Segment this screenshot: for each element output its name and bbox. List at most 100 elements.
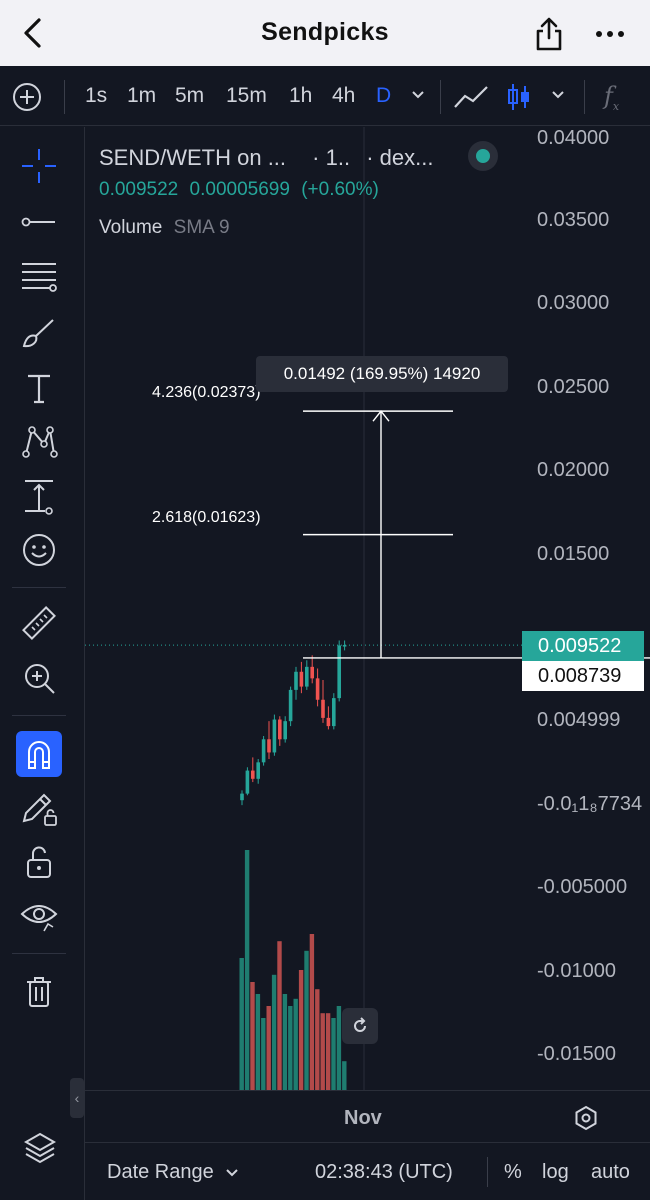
chart-pane[interactable]: SEND/WETH on ... · 1.. · dex... 0.009522… xyxy=(85,127,650,1090)
legend-change: 0.00005699 xyxy=(189,179,290,200)
volume-bar xyxy=(239,958,244,1090)
emoji-tool[interactable] xyxy=(16,527,62,573)
price-tick: 0.03500 xyxy=(537,209,610,231)
status-dot-icon xyxy=(476,149,490,163)
price-tick: 0.03000 xyxy=(537,292,610,314)
text-icon xyxy=(28,374,50,404)
magnet-mode-tool[interactable] xyxy=(16,731,62,777)
zoom-in-icon xyxy=(25,664,55,694)
price-tick: -0.005000 xyxy=(537,876,628,898)
drawing-tools-sidebar xyxy=(0,127,78,1200)
timeframe-5m[interactable]: 5m xyxy=(175,84,204,108)
toolbar-divider xyxy=(64,80,65,114)
toolbar-divider xyxy=(440,80,441,114)
share-button[interactable] xyxy=(530,14,568,54)
chart-type-dropdown-icon[interactable] xyxy=(550,88,566,100)
reset-chart-button[interactable] xyxy=(342,1008,378,1044)
text-tool[interactable] xyxy=(16,365,62,411)
volume-bar xyxy=(288,1006,293,1090)
horizontal-line-icon xyxy=(21,217,55,227)
candle-body xyxy=(321,699,325,718)
delete-drawings-tool[interactable] xyxy=(16,969,62,1015)
volume-bar xyxy=(277,941,282,1090)
candle-body xyxy=(294,671,298,690)
chart-settings-icon[interactable] xyxy=(573,1105,599,1131)
line-chart-icon[interactable] xyxy=(453,84,489,110)
volume-bar xyxy=(282,994,288,1090)
ruler-icon xyxy=(22,606,56,640)
chart-toolbar: 1s 1m 5m 15m 1h 4h D fx xyxy=(0,66,650,126)
unlock-icon xyxy=(27,846,51,878)
toolbar-divider xyxy=(584,80,585,114)
lock-drawing-tool[interactable] xyxy=(16,785,62,831)
smiley-icon xyxy=(23,534,55,566)
volume-bar xyxy=(325,1013,331,1090)
plus-circle-icon xyxy=(13,83,41,111)
visibility-tool[interactable] xyxy=(16,893,62,939)
candle-body xyxy=(288,689,293,722)
fib-level-label[interactable]: 4.236(0.02373) xyxy=(152,384,261,402)
timeframe-dropdown-icon[interactable] xyxy=(410,88,426,100)
candle-body xyxy=(272,719,277,753)
candle-body xyxy=(315,678,320,700)
candle-body xyxy=(251,770,255,779)
trend-line-tool[interactable] xyxy=(16,199,62,245)
pattern-tool[interactable] xyxy=(16,419,62,465)
fib-tool[interactable] xyxy=(16,254,62,300)
timeframe-d[interactable]: D xyxy=(376,84,391,108)
volume-bars xyxy=(239,850,347,1090)
timeframe-1s[interactable]: 1s xyxy=(85,84,107,108)
zoom-in-tool[interactable] xyxy=(16,655,62,701)
price-tick: 0.02500 xyxy=(537,376,610,398)
sidebar-divider xyxy=(12,587,66,588)
timeframe-4h[interactable]: 4h xyxy=(332,84,355,108)
time-axis[interactable]: Nov xyxy=(85,1090,650,1142)
date-range-button[interactable]: Date Range xyxy=(107,1161,239,1184)
volume-bar xyxy=(336,1006,342,1090)
timeframe-1m[interactable]: 1m xyxy=(127,84,156,108)
pattern-icon xyxy=(22,426,58,458)
percent-scale-toggle[interactable]: % xyxy=(504,1161,522,1184)
last-price-badge: 0.009522 xyxy=(522,631,644,661)
volume-bar xyxy=(304,950,309,1090)
auto-scale-toggle[interactable]: auto xyxy=(591,1161,630,1184)
trash-icon xyxy=(27,977,51,1007)
more-options-button[interactable] xyxy=(590,22,630,46)
candle-body xyxy=(326,717,331,727)
crosshair-icon xyxy=(22,149,56,183)
candle-body xyxy=(332,698,336,727)
measure-tooltip: 0.01492 (169.95%) 14920 xyxy=(256,356,508,392)
price-tick: 0.004999 xyxy=(537,709,621,731)
volume-legend[interactable]: Volume SMA 9 xyxy=(99,217,230,239)
candle-body xyxy=(337,645,341,699)
fib-level-label[interactable]: 2.618(0.01623) xyxy=(152,509,261,527)
crosshair-tool[interactable] xyxy=(16,143,62,189)
log-scale-toggle[interactable]: log xyxy=(542,1161,569,1184)
measure-range-tool[interactable] xyxy=(16,473,62,519)
indicators-fx-icon[interactable]: fx xyxy=(604,82,619,113)
timeframe-15m[interactable]: 15m xyxy=(226,84,267,108)
price-legend: 0.009522 0.00005699 (+0.60%) xyxy=(99,179,379,201)
volume-bar xyxy=(342,1061,347,1090)
lock-all-tool[interactable] xyxy=(16,839,62,885)
timeframe-1h[interactable]: 1h xyxy=(289,84,312,108)
brush-tool[interactable] xyxy=(16,310,62,356)
volume-sma-label: SMA 9 xyxy=(173,217,230,238)
ruler-tool[interactable] xyxy=(16,601,62,647)
chart-canvas[interactable] xyxy=(85,127,650,1090)
add-symbol-button[interactable] xyxy=(10,80,44,114)
sidebar-divider xyxy=(12,953,66,954)
market-status-indicator[interactable] xyxy=(468,141,498,171)
candle-body xyxy=(305,666,309,687)
candle-body xyxy=(240,793,244,801)
utc-clock[interactable]: 02:38:43 (UTC) xyxy=(315,1161,453,1184)
legend-interval: · 1.. xyxy=(312,145,351,170)
candle-body xyxy=(245,770,250,794)
layers-icon[interactable] xyxy=(22,1130,58,1166)
candle-body xyxy=(261,739,266,763)
refresh-icon xyxy=(354,1017,366,1032)
symbol-legend[interactable]: SEND/WETH on ... · 1.. · dex... xyxy=(99,145,433,171)
candle-body xyxy=(267,739,271,753)
candlestick-icon[interactable] xyxy=(506,82,532,112)
collapse-sidebar-button[interactable]: ‹ xyxy=(70,1078,84,1118)
